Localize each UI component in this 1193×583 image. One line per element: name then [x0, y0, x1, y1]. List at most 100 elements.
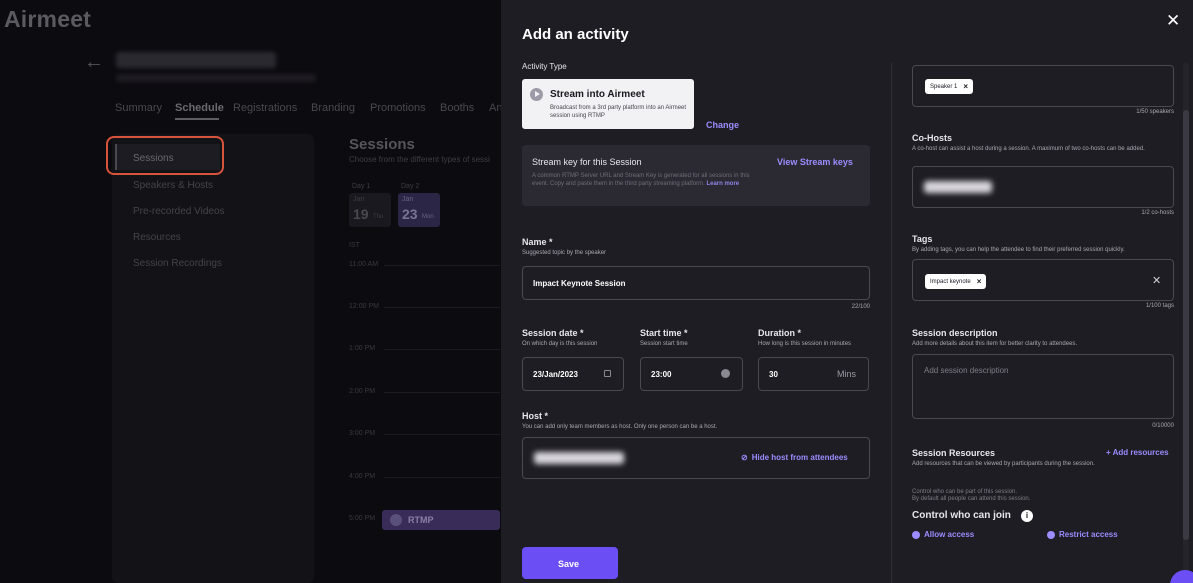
start-time-hint: Session start time — [640, 341, 688, 347]
time-gridline — [384, 392, 500, 393]
radio-dot — [1047, 530, 1055, 539]
description-textarea[interactable] — [912, 354, 1174, 419]
speakers-counter: 1/50 speakers — [1136, 109, 1174, 115]
allow-access-option[interactable]: Allow access — [912, 530, 974, 539]
day-2-month: Jan — [402, 196, 414, 203]
resources-hint: Add resources that can be viewed by part… — [912, 461, 1095, 467]
clock-icon[interactable] — [721, 369, 730, 378]
radio-dot — [912, 530, 920, 539]
info-icon[interactable]: i — [1021, 510, 1033, 522]
duration-value: 30 — [769, 370, 778, 379]
schedule-sidebar — [112, 134, 314, 583]
add-resources-button[interactable]: + Add resources — [1106, 448, 1169, 457]
tag-chip: Impact keynote × — [925, 274, 987, 289]
scrollbar-thumb[interactable] — [1183, 110, 1189, 540]
stream-play-icon — [390, 514, 402, 526]
time-label: 11:00 AM — [349, 261, 379, 268]
clear-tags-icon[interactable]: ✕ — [1152, 274, 1161, 287]
host-chip-redacted — [534, 452, 624, 464]
cohosts-label: Co-Hosts — [912, 133, 952, 143]
rtmp-session-label: RTMP — [408, 515, 434, 525]
host-label: Host * — [522, 411, 549, 421]
session-date-hint: On which day is this session — [522, 341, 598, 347]
tab-promotions[interactable]: Promotions — [370, 102, 426, 114]
restrict-access-label: Restrict access — [1059, 530, 1118, 539]
back-arrow-icon[interactable]: ← — [84, 51, 104, 74]
cohosts-hint: A co-host can assist a host during a ses… — [912, 146, 1145, 152]
close-icon[interactable]: ✕ — [1166, 11, 1180, 31]
cohosts-counter: 1/2 co-hosts — [1141, 210, 1174, 216]
sidebar-item-recordings[interactable]: Session Recordings — [133, 258, 222, 269]
time-label: 12:00 PM — [349, 303, 379, 310]
duration-unit: Mins — [837, 369, 857, 379]
description-hint: Add more details about this item for bet… — [912, 341, 1078, 347]
day-1-date: 19 — [353, 206, 369, 222]
remove-chip-icon[interactable]: × — [963, 82, 968, 91]
activity-type-title: Stream into Airmeet — [550, 89, 645, 100]
hide-host-label: Hide host from attendees — [751, 453, 848, 462]
sidebar-item-speakers[interactable]: Speakers & Hosts — [133, 180, 213, 191]
time-label: 4:00 PM — [349, 473, 376, 480]
active-tab-indicator — [175, 118, 219, 120]
day-2-tab[interactable]: Jan 23 Mon — [398, 193, 440, 227]
modal-title: Add an activity — [522, 26, 629, 43]
day-2-label: Day 2 — [401, 183, 420, 190]
day-1-month: Jan — [353, 196, 365, 203]
tags-counter: 1/100 tags — [1145, 303, 1174, 309]
name-hint: Suggested topic by the speaker — [522, 250, 607, 256]
sidebar-item-prerecorded[interactable]: Pre-recorded Videos — [133, 206, 225, 217]
day-2-date: 23 — [402, 206, 418, 222]
timezone-label: IST — [349, 242, 360, 249]
view-stream-keys-link[interactable]: View Stream keys — [777, 157, 853, 167]
tab-registrations[interactable]: Registrations — [233, 102, 297, 114]
name-value: Impact Keynote Session — [533, 279, 626, 288]
time-gridline — [384, 307, 500, 308]
description-placeholder: Add session description — [924, 366, 1009, 375]
duration-label: Duration * — [758, 328, 802, 338]
tag-chip-label: Impact keynote — [930, 278, 971, 285]
name-char-counter: 22/100 — [851, 304, 870, 310]
day-1-label: Day 1 — [352, 183, 371, 190]
tab-booths[interactable]: Booths — [440, 102, 474, 114]
start-time-label: Start time * — [640, 328, 688, 338]
hide-host-toggle[interactable]: ⊘ Hide host from attendees — [741, 453, 848, 462]
tab-schedule[interactable]: Schedule — [175, 102, 224, 114]
sidebar-item-resources[interactable]: Resources — [133, 232, 181, 243]
allow-access-label: Allow access — [924, 530, 975, 539]
day-1-dow: Thu — [373, 214, 384, 220]
tab-summary[interactable]: Summary — [115, 102, 162, 114]
control-hint-2: By default all people can attend this se… — [912, 496, 1031, 502]
stream-play-icon — [530, 88, 543, 101]
learn-more-link[interactable]: Learn more — [706, 181, 739, 187]
activity-type-label: Activity Type — [522, 62, 567, 71]
activity-type-description: Broadcast from a 3rd party platform into… — [550, 105, 687, 119]
sessions-subtitle: Choose from the different types of sessi — [349, 155, 490, 164]
time-label: 2:00 PM — [349, 388, 376, 395]
sessions-heading: Sessions — [349, 136, 415, 153]
event-subtitle — [116, 74, 316, 82]
event-title — [116, 52, 276, 68]
calendar-icon[interactable] — [604, 370, 611, 377]
description-counter: 0/10000 — [1152, 423, 1174, 429]
tags-label: Tags — [912, 234, 933, 244]
tab-branding[interactable]: Branding — [311, 102, 355, 114]
resources-label: Session Resources — [912, 448, 996, 458]
cohost-chip-redacted — [924, 181, 992, 193]
control-hint-1: Control who can be part of this session. — [912, 489, 1018, 495]
eye-slash-icon: ⊘ — [741, 453, 748, 462]
speaker-chip: Speaker 1 × — [925, 79, 974, 94]
stream-key-title: Stream key for this Session — [532, 157, 642, 167]
sessions-highlight-outline — [106, 136, 224, 175]
day-1-tab[interactable]: Jan 19 Thu — [349, 193, 391, 227]
name-label: Name * — [522, 237, 553, 247]
remove-chip-icon[interactable]: × — [977, 277, 982, 286]
time-label: 1:00 PM — [349, 345, 376, 352]
tags-hint: By adding tags, you can help the attende… — [912, 247, 1125, 253]
duration-hint: How long is this session in minutes — [758, 341, 852, 347]
stream-key-description: A common RTMP Server URL and Stream Key … — [532, 172, 752, 188]
change-type-link[interactable]: Change — [706, 120, 739, 130]
save-button-label: Save — [558, 559, 580, 569]
restrict-access-option[interactable]: Restrict access — [1047, 530, 1118, 539]
host-hint: You can add only team members as host. O… — [522, 424, 718, 430]
description-label: Session description — [912, 328, 998, 338]
